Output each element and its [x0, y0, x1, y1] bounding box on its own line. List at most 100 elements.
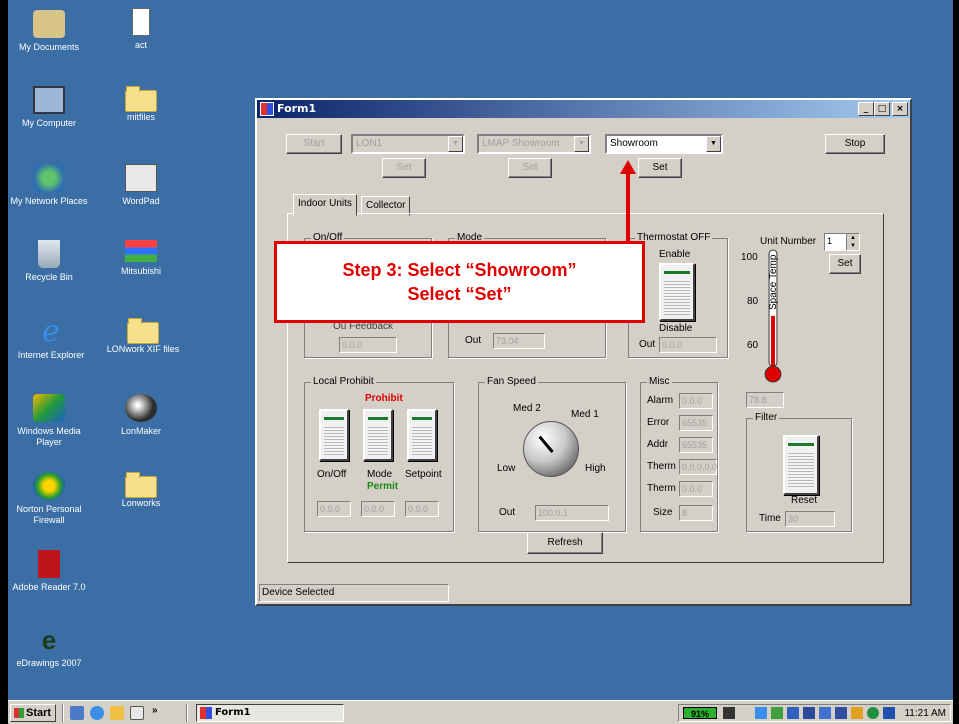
spinner-icon[interactable]: ▲ ▼: [846, 234, 859, 250]
security-tray-icon[interactable]: [867, 707, 879, 719]
showroom-select[interactable]: Showroom ▼: [605, 134, 723, 154]
taskbar-divider: [62, 704, 64, 722]
unit-number-input[interactable]: 1 ▲ ▼: [824, 233, 860, 251]
thermo-tick-80: 80: [747, 296, 759, 307]
fan-out-field[interactable]: 100.0.1: [535, 505, 609, 521]
onoff-prohibit-switch[interactable]: [319, 409, 349, 461]
lmap-select[interactable]: LMAP Showroom ▼: [477, 134, 591, 154]
fan-speed-knob[interactable]: [523, 421, 579, 477]
desktop-icon-ie[interactable]: e Internet Explorer: [8, 317, 94, 361]
maximize-button[interactable]: □: [874, 102, 890, 116]
desktop-icon-my-documents[interactable]: My Documents: [8, 10, 90, 53]
misc-size-field[interactable]: 8: [679, 505, 713, 521]
thermostat-out-field[interactable]: 0.0.0: [659, 337, 717, 353]
desktop-icon-act[interactable]: act: [100, 8, 182, 51]
unit-set-button[interactable]: Set: [829, 254, 861, 274]
desktop-icon-lonmaker[interactable]: LonMaker: [100, 394, 182, 437]
desktop-icon-label: My Documents: [18, 42, 80, 52]
thermometer-bulb: [764, 365, 782, 383]
fan-speed-title: Fan Speed: [485, 376, 538, 388]
misc-error-field[interactable]: 65535: [679, 415, 713, 431]
thermostat-title: Thermostat OFF: [635, 232, 713, 244]
internet-explorer-icon[interactable]: [90, 706, 104, 720]
onoff-out-field[interactable]: 0.0.0: [339, 337, 397, 353]
desktop-icon-label: WordPad: [122, 196, 160, 206]
document-icon[interactable]: [130, 706, 144, 720]
clock[interactable]: 11:21 AM: [904, 707, 946, 720]
misc-size-label: Size: [653, 507, 673, 518]
system-tray: 91% 11:21 AM: [678, 704, 951, 722]
desktop-icon-label: Mitsubishi: [120, 266, 161, 276]
desktop-icon-label: Recycle Bin: [25, 272, 73, 282]
stop-button[interactable]: Stop: [825, 134, 885, 154]
filter-reset-label: Reset: [791, 495, 818, 506]
desktop-icon-norton[interactable]: Norton Personal Firewall: [8, 472, 90, 526]
minimize-button[interactable]: _: [858, 102, 874, 116]
misc-therm1-label: Therm: [647, 461, 676, 472]
show-desktop-icon[interactable]: [70, 706, 84, 720]
callout-arrow: [626, 170, 630, 242]
setpoint-prohibit-switch[interactable]: [407, 409, 437, 461]
lon-set-button[interactable]: Set: [382, 158, 426, 178]
desktop-icon-label: eDrawings 2007: [16, 658, 82, 668]
network-icon: [33, 164, 65, 192]
desktop-icon-label: mitfiles: [126, 112, 155, 122]
lmap-set-button[interactable]: Set: [508, 158, 552, 178]
tab-indoor-units[interactable]: Indoor Units: [293, 194, 357, 216]
desktop-icon-lonwork-xif[interactable]: LONwork XIF files: [94, 318, 192, 355]
folder-icon: [127, 318, 159, 344]
thermostat-disable-label: Disable: [659, 323, 693, 334]
taskbar-button-form1[interactable]: Form1: [196, 704, 344, 722]
mode-prohibit-field[interactable]: 0.0.0: [361, 501, 395, 517]
filter-reset-switch[interactable]: [783, 435, 819, 495]
misc-therm1-field[interactable]: 0,0,0,0,0: [679, 459, 717, 475]
quicklaunch-chevron[interactable]: »: [152, 705, 158, 717]
mode-prohibit-switch[interactable]: [363, 409, 393, 461]
lon-select[interactable]: LON1 ▼: [351, 134, 465, 154]
desktop-icon-recycle-bin[interactable]: Recycle Bin: [8, 240, 90, 283]
network-tray-icon[interactable]: [755, 707, 767, 719]
misc-therm2-field[interactable]: 0.0.0: [679, 481, 713, 497]
media-icon[interactable]: [110, 706, 124, 720]
power-plug-icon[interactable]: [723, 707, 735, 719]
status-text: Device Selected: [262, 587, 335, 598]
filter-time-field[interactable]: 30: [785, 511, 835, 527]
onoff-prohibit-field[interactable]: 0.0.0: [317, 501, 351, 517]
desktop-icon-label: Lonworks: [121, 498, 161, 508]
desktop-icon-mitfiles[interactable]: mitfiles: [100, 86, 182, 123]
mode-out-field[interactable]: 73.04: [493, 333, 545, 349]
desktop-icon-adobe-reader[interactable]: Adobe Reader 7.0: [8, 550, 90, 593]
speaker-tray-icon[interactable]: [803, 707, 815, 719]
window-titlebar[interactable]: Form1 _ □ ×: [257, 100, 910, 118]
space-temp-field[interactable]: 78.8: [746, 392, 784, 408]
form1-window: Form1 _ □ × Start LON1 ▼ LMAP Showroom ▼…: [255, 98, 912, 606]
desktop-icon-edrawings[interactable]: e eDrawings 2007: [8, 626, 90, 669]
desktop-icon-media-player[interactable]: Windows Media Player: [8, 394, 90, 448]
desktop-icon-my-computer[interactable]: My Computer: [8, 86, 90, 129]
fan-med2-label: Med 2: [513, 403, 541, 414]
wireless-tray-icon[interactable]: [787, 707, 799, 719]
display-tray-icon[interactable]: [819, 707, 831, 719]
start-menu-button[interactable]: Start: [10, 704, 56, 722]
start-button[interactable]: Start: [286, 134, 342, 154]
desktop-icon-mitsubishi[interactable]: Mitsubishi: [100, 240, 182, 277]
mitsubishi-icon: [125, 240, 157, 262]
battery-indicator[interactable]: 91%: [683, 707, 717, 719]
connection-tray-icon[interactable]: [883, 707, 895, 719]
thermostat-switch[interactable]: [659, 263, 695, 321]
desktop-icon-label: LONwork XIF files: [106, 344, 180, 354]
desktop-icon-network[interactable]: My Network Places: [8, 164, 90, 207]
sync-tray-icon[interactable]: [771, 707, 783, 719]
desktop-icon-wordpad[interactable]: WordPad: [100, 164, 182, 207]
pen-tray-icon[interactable]: [851, 707, 863, 719]
setpoint-prohibit-field[interactable]: 0.0.0: [405, 501, 439, 517]
desktop-icon-lonworks[interactable]: Lonworks: [100, 472, 182, 509]
fan-low-label: Low: [497, 463, 516, 474]
showroom-set-button[interactable]: Set: [638, 158, 682, 178]
misc-alarm-field[interactable]: 0.0.0: [679, 393, 713, 409]
close-button[interactable]: ×: [892, 102, 908, 116]
misc-addr-field[interactable]: 65535: [679, 437, 713, 453]
refresh-button[interactable]: Refresh: [527, 532, 603, 554]
misc-alarm-label: Alarm: [647, 395, 674, 406]
monitor-tray-icon[interactable]: [835, 707, 847, 719]
